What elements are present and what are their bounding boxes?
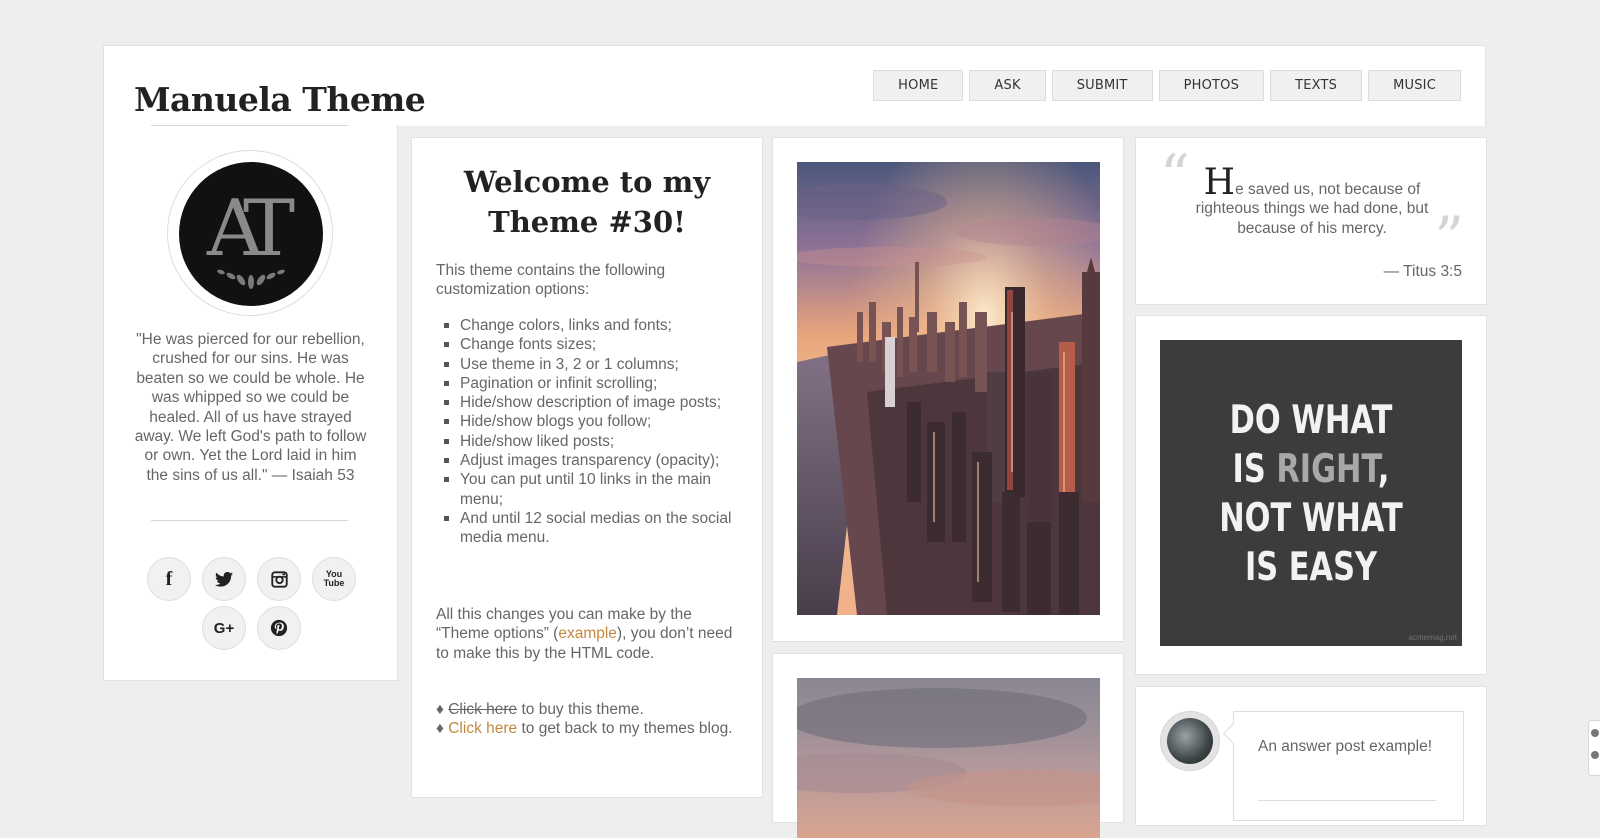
buy-link[interactable]: Click here [448, 701, 517, 718]
diamond-icon: ♦ [436, 701, 444, 718]
youtube-glyph: You Tube [323, 569, 345, 588]
instagram-icon[interactable] [257, 557, 301, 601]
city-skyline-photo[interactable] [797, 162, 1100, 615]
welcome-outro: All this changes you can make by the “Th… [436, 605, 736, 663]
back-link[interactable]: Click here [448, 720, 517, 737]
poster-credit: acmemag.net [1408, 633, 1457, 642]
google-plus-icon[interactable]: G+ [202, 606, 246, 650]
list-item: You can put until 10 links in the main m… [444, 470, 736, 509]
buy-text: to buy this theme. [517, 701, 644, 718]
poster-accent-word: RIGHT [1276, 447, 1378, 492]
facebook-icon[interactable]: f [147, 557, 191, 601]
twitter-icon[interactable] [202, 557, 246, 601]
edge-controls[interactable] [1588, 720, 1600, 776]
close-quote-icon: ” [1434, 204, 1464, 272]
title-divider [151, 125, 348, 126]
photo-post [772, 137, 1124, 642]
back-line: ♦ Click here to get back to my themes bl… [436, 719, 736, 738]
example-link[interactable]: example [558, 625, 617, 642]
main-nav: HOME ASK SUBMIT PHOTOS TEXTS MUSIC [873, 70, 1461, 101]
google-plus-glyph: G+ [213, 619, 235, 637]
avatar-image [1167, 718, 1213, 764]
quote-source: — Titus 3:5 [1383, 263, 1462, 280]
pinterest-p-icon [270, 619, 288, 637]
list-item: And until 12 social medias on the social… [444, 509, 736, 548]
sidebar-quote: "He was pierced for our rebellion, crush… [134, 331, 367, 484]
nav-ask[interactable]: ASK [969, 70, 1046, 101]
bubble-divider [1258, 800, 1436, 801]
quote-text: He saved us, not because of righteous th… [1176, 165, 1448, 238]
list-item: Pagination or infinit scrolling; [444, 374, 736, 393]
buy-line: ♦ Click here to buy this theme. [436, 700, 736, 719]
nav-music[interactable]: MUSIC [1368, 70, 1461, 101]
list-item: Hide/show description of image posts; [444, 393, 736, 412]
feature-list: Change colors, links and fonts; Change f… [436, 316, 736, 548]
avatar[interactable]: AT [179, 162, 323, 306]
question-text: An answer post example! [1258, 738, 1433, 755]
sky-photo[interactable] [797, 678, 1100, 838]
list-item: Adjust images transparency (opacity); [444, 451, 736, 470]
list-item: Change colors, links and fonts; [444, 316, 736, 335]
youtube-icon[interactable]: You Tube [312, 557, 356, 601]
nav-photos[interactable]: PHOTOS [1158, 70, 1265, 101]
question-bubble: An answer post example! [1233, 711, 1464, 821]
site-header: Manuela Theme HOME ASK SUBMIT PHOTOS TEX… [103, 45, 1486, 126]
photo-post [772, 653, 1124, 838]
quote-drop-cap: H [1203, 162, 1236, 203]
list-item: Hide/show blogs you follow; [444, 412, 736, 431]
asker-avatar[interactable] [1160, 711, 1220, 771]
city-skyline-image [797, 162, 1100, 615]
back-text: to get back to my themes blog. [517, 720, 733, 737]
answer-post: An answer post example! [1135, 686, 1487, 826]
list-item: Change fonts sizes; [444, 335, 736, 354]
leaf-ornament-icon [217, 269, 285, 289]
facebook-glyph: f [165, 567, 173, 590]
welcome-title: Welcome to my Theme #30! [463, 165, 711, 239]
poster-line: IS RIGHT, [1193, 445, 1429, 494]
sidebar: AT "He was pierced for our rebellion, cr… [103, 125, 398, 681]
welcome-post: Welcome to my Theme #30! This theme cont… [411, 137, 763, 798]
social-links: f You Tube G+ [144, 557, 359, 650]
list-item: Hide/show liked posts; [444, 432, 736, 451]
poster-text: DO WHAT IS RIGHT, NOT WHAT IS EASY [1193, 396, 1429, 592]
poster-line: NOT WHAT [1219, 496, 1403, 541]
poster-line: DO WHAT [1229, 398, 1393, 443]
nav-texts[interactable]: TEXTS [1270, 70, 1363, 101]
pinterest-icon[interactable] [257, 606, 301, 650]
instagram-camera-icon [270, 570, 288, 588]
edge-dot-icon [1591, 729, 1599, 737]
poster-line: IS EASY [1244, 545, 1378, 590]
photo-post: DO WHAT IS RIGHT, NOT WHAT IS EASY acmem… [1135, 315, 1487, 675]
twitter-bird-icon [215, 571, 233, 587]
nav-home[interactable]: HOME [873, 70, 964, 101]
welcome-intro: This theme contains the following custom… [436, 262, 666, 299]
quote-post: “ He saved us, not because of righteous … [1135, 137, 1487, 305]
sky-image [797, 688, 1100, 806]
list-item: Use theme in 3, 2 or 1 columns; [444, 355, 736, 374]
poster-word: IS [1232, 447, 1277, 492]
site-title[interactable]: Manuela Theme [134, 80, 426, 119]
motivational-poster[interactable]: DO WHAT IS RIGHT, NOT WHAT IS EASY acmem… [1160, 340, 1462, 646]
sidebar-divider [151, 520, 348, 521]
poster-comma: , [1377, 447, 1390, 492]
edge-dot-icon [1591, 751, 1599, 759]
diamond-icon: ♦ [436, 720, 444, 737]
nav-submit[interactable]: SUBMIT [1051, 70, 1153, 101]
avatar-frame: AT [167, 150, 333, 316]
